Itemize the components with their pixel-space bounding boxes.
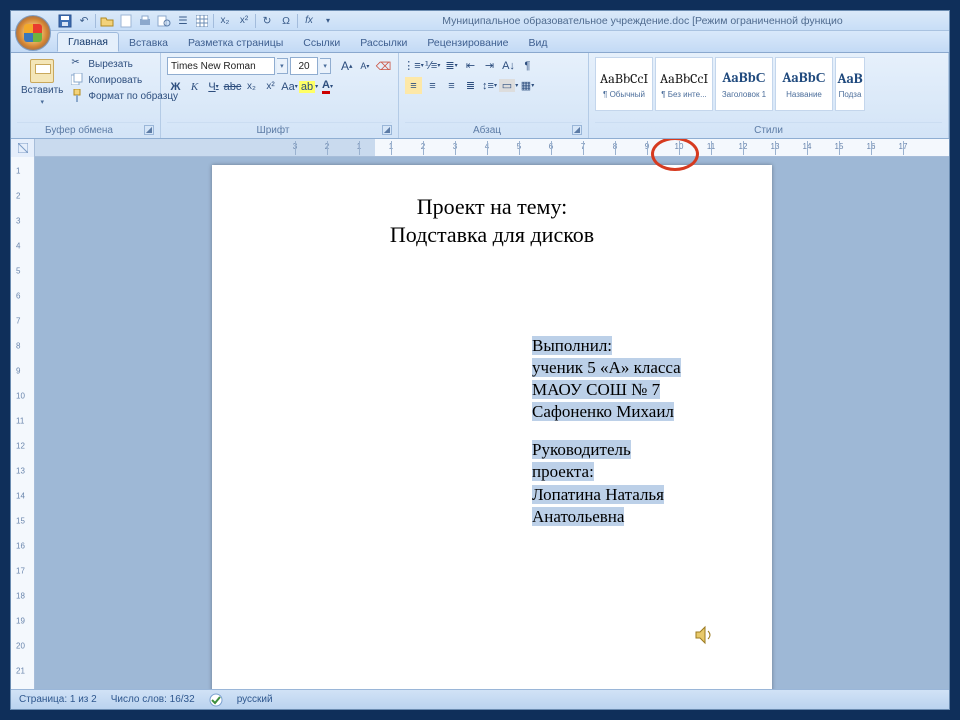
doc-author-block: Выполнил:ученик 5 «А» классаМАОУ СОШ № 7… <box>532 335 722 528</box>
word-window: ↶ ☰ x₂ x² ↻ Ω fx ▾ Муниципальное образов… <box>10 10 950 710</box>
font-name-dropdown-icon[interactable]: ▾ <box>277 58 287 74</box>
font-color-button[interactable]: A▾ <box>319 78 336 95</box>
style-subtitle[interactable]: AaBПодза <box>835 57 865 111</box>
ribbon-tabs: Главная Вставка Разметка страницы Ссылки… <box>11 31 949 53</box>
shading-button[interactable]: ▭▾ <box>500 77 517 94</box>
qat-more-icon[interactable]: ▾ <box>320 13 336 29</box>
font-size-dropdown-icon[interactable]: ▾ <box>320 58 330 74</box>
tab-mailings[interactable]: Рассылки <box>350 34 417 52</box>
qat-new-icon[interactable] <box>118 13 134 29</box>
qat-sup-icon[interactable]: x² <box>236 13 252 29</box>
grow-font-icon[interactable]: A▴ <box>339 58 355 75</box>
group-styles: AaBbCcI¶ Обычный AaBbCcI¶ Без инте... Aa… <box>589 53 949 138</box>
speaker-icon[interactable] <box>694 625 714 645</box>
proofing-icon <box>209 693 223 707</box>
status-proofing[interactable] <box>209 693 223 707</box>
align-left-button[interactable]: ≡ <box>405 77 422 94</box>
style-no-spacing[interactable]: AaBbCcI¶ Без инте... <box>655 57 713 111</box>
office-button[interactable] <box>15 15 51 51</box>
qat-print-icon[interactable] <box>137 13 153 29</box>
window-title: Муниципальное образовательное учреждение… <box>340 15 945 27</box>
paste-button[interactable]: Вставить ▾ <box>17 57 67 108</box>
qat-symbol-icon[interactable]: Ω <box>278 13 294 29</box>
doc-title: Проект на тему: Подставка для дисков <box>262 193 722 248</box>
quick-access-toolbar: ↶ ☰ x₂ x² ↻ Ω fx ▾ <box>57 13 336 29</box>
clipboard-dialog-icon[interactable]: ◢ <box>144 125 154 135</box>
clear-format-icon[interactable]: ⌫ <box>375 58 392 75</box>
sort-button[interactable]: A↓ <box>500 57 517 74</box>
highlight-button[interactable]: ab▾ <box>300 78 317 95</box>
font-dialog-icon[interactable]: ◢ <box>382 125 392 135</box>
document-page[interactable]: Проект на тему: Подставка для дисков Вып… <box>212 165 772 689</box>
group-label-font: Шрифт <box>257 125 290 136</box>
paste-label: Вставить <box>21 85 63 96</box>
tab-insert[interactable]: Вставка <box>119 34 178 52</box>
qat-undo-icon[interactable]: ↶ <box>76 13 92 29</box>
group-clipboard: Вставить ▾ ✂Вырезать Копировать Формат п… <box>11 53 161 138</box>
font-name-combo[interactable]: Times New Roman <box>167 57 275 75</box>
italic-button[interactable]: К <box>186 78 203 95</box>
copy-icon <box>71 73 85 87</box>
status-language[interactable]: русский <box>237 694 273 705</box>
group-font: Times New Roman▾ 20▾ A▴ A▾ ⌫ Ж К Ч▾ abc … <box>161 53 399 138</box>
tab-page-layout[interactable]: Разметка страницы <box>178 34 293 52</box>
subscript-button[interactable]: x₂ <box>243 78 260 95</box>
multilevel-button[interactable]: ≣▾ <box>443 57 460 74</box>
align-center-button[interactable]: ≡ <box>424 77 441 94</box>
page-area: Проект на тему: Подставка для дисков Вып… <box>35 157 949 689</box>
qat-preview-icon[interactable] <box>156 13 172 29</box>
paste-icon <box>30 59 54 83</box>
qat-refresh-icon[interactable]: ↻ <box>259 13 275 29</box>
qat-table-icon[interactable] <box>194 13 210 29</box>
bullets-button[interactable]: ⋮≡▾ <box>405 57 422 74</box>
status-words[interactable]: Число слов: 16/32 <box>111 694 195 705</box>
bold-button[interactable]: Ж <box>167 78 184 95</box>
underline-button[interactable]: Ч▾ <box>205 78 222 95</box>
horizontal-ruler-row: 3211234567891011121314151617 <box>11 139 949 157</box>
dec-indent-button[interactable]: ⇤ <box>462 57 479 74</box>
scissors-icon: ✂ <box>71 57 85 71</box>
superscript-button[interactable]: x² <box>262 78 279 95</box>
vertical-ruler[interactable]: 123456789101112131415161718192021 <box>11 157 35 689</box>
change-case-button[interactable]: Aa▾ <box>281 78 298 95</box>
tab-references[interactable]: Ссылки <box>293 34 350 52</box>
numbering-button[interactable]: ⅟≡▾ <box>424 57 441 74</box>
show-marks-button[interactable]: ¶ <box>519 57 536 74</box>
ribbon: Вставить ▾ ✂Вырезать Копировать Формат п… <box>11 53 949 139</box>
office-logo-icon <box>24 24 42 42</box>
style-heading1[interactable]: AaBbСЗаголовок 1 <box>715 57 773 111</box>
borders-button[interactable]: ▦▾ <box>519 77 536 94</box>
paragraph-dialog-icon[interactable]: ◢ <box>572 125 582 135</box>
align-right-button[interactable]: ≡ <box>443 77 460 94</box>
inc-indent-button[interactable]: ⇥ <box>481 57 498 74</box>
group-paragraph: ⋮≡▾ ⅟≡▾ ≣▾ ⇤ ⇥ A↓ ¶ ≡ ≡ ≡ ≣ ↕≡▾ ▭▾ ▦▾ <box>399 53 589 138</box>
status-page[interactable]: Страница: 1 из 2 <box>19 694 97 705</box>
justify-button[interactable]: ≣ <box>462 77 479 94</box>
style-title[interactable]: AaBbСНазвание <box>775 57 833 111</box>
tab-review[interactable]: Рецензирование <box>417 34 518 52</box>
title-bar: ↶ ☰ x₂ x² ↻ Ω fx ▾ Муниципальное образов… <box>11 11 949 31</box>
strike-button[interactable]: abc <box>224 78 241 95</box>
horizontal-ruler[interactable]: 3211234567891011121314151617 <box>35 139 949 156</box>
shrink-font-icon[interactable]: A▾ <box>357 58 373 75</box>
group-label-paragraph: Абзац <box>473 125 501 136</box>
tab-view[interactable]: Вид <box>518 34 557 52</box>
ruler-corner[interactable] <box>11 139 35 157</box>
style-normal[interactable]: AaBbCcI¶ Обычный <box>595 57 653 111</box>
line-spacing-button[interactable]: ↕≡▾ <box>481 77 498 94</box>
qat-bullets-icon[interactable]: ☰ <box>175 13 191 29</box>
qat-open-icon[interactable] <box>99 13 115 29</box>
qat-save-icon[interactable] <box>57 13 73 29</box>
status-bar: Страница: 1 из 2 Число слов: 16/32 русск… <box>11 689 949 709</box>
group-label-clipboard: Буфер обмена <box>45 125 113 136</box>
work-area: 3211234567891011121314151617 12345678910… <box>11 139 949 689</box>
brush-icon <box>71 89 85 103</box>
font-size-combo[interactable]: 20 <box>290 57 319 75</box>
qat-sub-icon[interactable]: x₂ <box>217 13 233 29</box>
group-label-styles: Стили <box>754 125 783 136</box>
tab-home[interactable]: Главная <box>57 32 119 52</box>
qat-fx-icon[interactable]: fx <box>301 13 317 29</box>
styles-gallery[interactable]: AaBbCcI¶ Обычный AaBbCcI¶ Без инте... Aa… <box>595 57 942 111</box>
